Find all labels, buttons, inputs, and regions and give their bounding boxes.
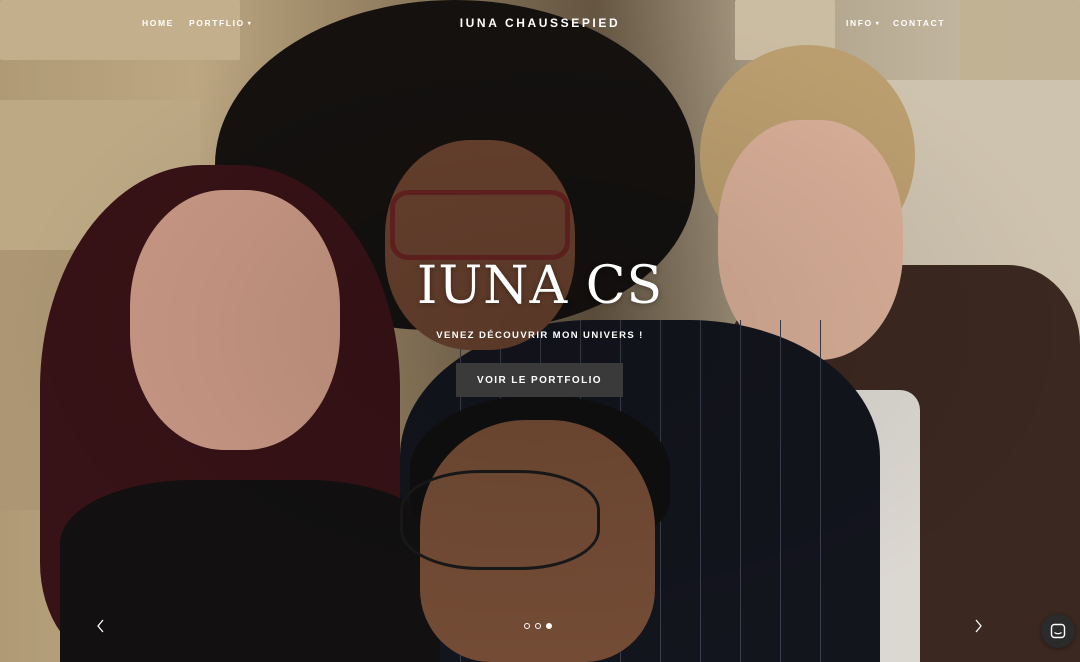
chat-button[interactable] bbox=[1041, 614, 1075, 648]
slide-dot-3[interactable] bbox=[546, 623, 552, 629]
site-header: HOME PORTFLIO ▾ IUNA CHAUSSEPIED INFO ▾ CO… bbox=[0, 0, 1080, 46]
dropdown-caret-icon: ▾ bbox=[875, 21, 881, 27]
slider-pagination bbox=[524, 623, 552, 629]
nav-contact-label: CONTACT bbox=[893, 18, 946, 28]
slider-prev-button[interactable] bbox=[91, 616, 111, 636]
slide-dot-1[interactable] bbox=[524, 623, 530, 629]
slider-next-button[interactable] bbox=[968, 616, 988, 636]
nav-info-label: INFO bbox=[846, 18, 873, 28]
nav-contact[interactable]: CONTACT bbox=[893, 18, 945, 28]
chevron-right-icon bbox=[975, 619, 982, 633]
hero-subheading: VENEZ DÉCOUVRIR MON UNIVERS ! bbox=[436, 330, 644, 341]
chat-bubble-icon bbox=[1050, 623, 1066, 639]
hero-heading: IUNA CS bbox=[416, 256, 664, 316]
nav-info[interactable]: INFO ▾ bbox=[846, 18, 880, 28]
view-portfolio-button[interactable]: VOIR LE PORTFOLIO bbox=[456, 363, 623, 397]
slide-dot-2[interactable] bbox=[535, 623, 541, 629]
chevron-left-icon bbox=[97, 619, 104, 633]
